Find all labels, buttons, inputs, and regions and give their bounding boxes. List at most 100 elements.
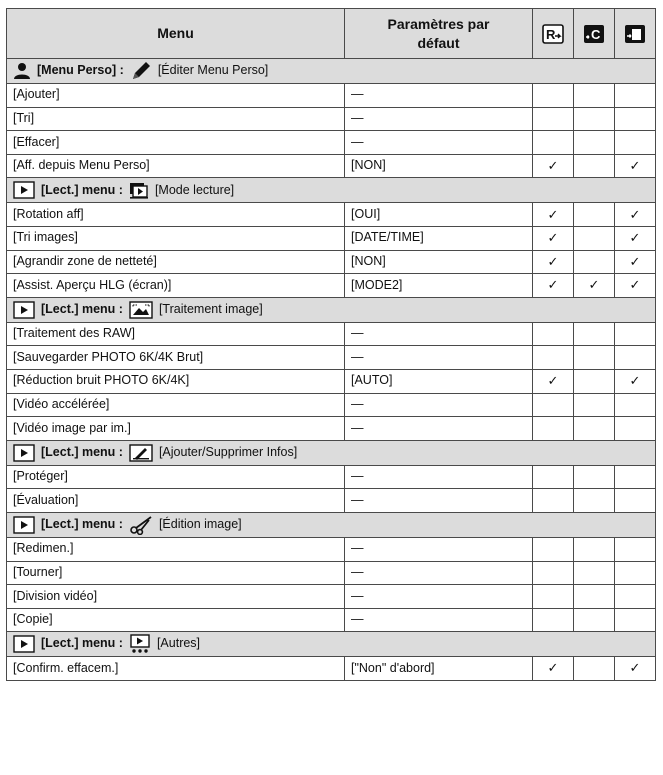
- table-row: [Réduction bruit PHOTO 6K/4K] [AUTO] ✓ ✓: [6, 368, 656, 394]
- default-value-cell: [AUTO]: [344, 368, 533, 394]
- settings-table-container: Menu Paramètres par défaut R C [Menu Per…: [6, 8, 656, 681]
- play-icon: [13, 516, 35, 534]
- check-cell: ✓: [532, 202, 574, 227]
- check-cell: [614, 536, 656, 562]
- play-icon: [13, 444, 35, 462]
- check-cell: ✓: [614, 368, 656, 394]
- section-subtitle: [Éditer Menu Perso]: [157, 63, 269, 78]
- table-row: [Redimen.] —: [6, 536, 656, 562]
- check-cell: [573, 368, 615, 394]
- default-value-cell: —: [344, 416, 533, 441]
- check-cell: ✓: [614, 656, 656, 681]
- table-row: [Protéger] —: [6, 464, 656, 490]
- header-save-mode-col: [614, 8, 656, 59]
- header-defaults-line2: défaut: [417, 34, 460, 51]
- check-cell: ✓: [614, 249, 656, 275]
- check-cell: ✓: [573, 273, 615, 298]
- menu-item-cell: [Vidéo accélérée]: [6, 392, 345, 418]
- table-row: [Traitement des RAW] —: [6, 321, 656, 347]
- table-row: [Vidéo image par im.] —: [6, 416, 656, 441]
- header-reset-col: R: [532, 8, 574, 59]
- section-title: [Lect.] menu :: [41, 444, 123, 459]
- menu-item-cell: [Assist. Aperçu HLG (écran)]: [6, 273, 345, 298]
- section-header: [Lect.] menu : [Édition image]: [6, 511, 656, 538]
- check-cell: [573, 153, 615, 179]
- table-row: [Tri] —: [6, 106, 656, 132]
- default-value-cell: —: [344, 536, 533, 562]
- check-cell: ✓: [532, 225, 574, 251]
- default-value-cell: [OUI]: [344, 202, 533, 227]
- menu-item-cell: [Redimen.]: [6, 536, 345, 562]
- check-cell: [573, 536, 615, 562]
- check-cell: [573, 656, 615, 681]
- check-cell: [614, 106, 656, 132]
- check-cell: [573, 225, 615, 251]
- check-cell: [614, 488, 656, 513]
- check-cell: [614, 321, 656, 347]
- table-row: [Confirm. effacem.] ["Non" d'abord] ✓ ✓: [6, 656, 656, 681]
- header-defaults-line1: Paramètres par: [387, 15, 490, 32]
- default-value-cell: [MODE2]: [344, 273, 533, 298]
- table-row: [Rotation aff] [OUI] ✓ ✓: [6, 202, 656, 227]
- default-value-cell: —: [344, 464, 533, 490]
- check-cell: [573, 106, 615, 132]
- check-cell: [532, 106, 574, 132]
- section-subtitle: [Ajouter/Supprimer Infos]: [158, 444, 298, 459]
- default-value-cell: —: [344, 607, 533, 633]
- header-menu: Menu: [6, 8, 345, 59]
- default-value-cell: —: [344, 83, 533, 108]
- menu-item-cell: [Sauvegarder PHOTO 6K/4K Brut]: [6, 345, 345, 370]
- check-cell: [532, 464, 574, 490]
- play-icon: [13, 635, 35, 653]
- check-cell: [573, 345, 615, 370]
- check-cell: ✓: [532, 249, 574, 275]
- menu-item-cell: [Division vidéo]: [6, 584, 345, 609]
- check-cell: [532, 536, 574, 562]
- section-header: [Lect.] menu : [Traitement image]: [6, 296, 656, 323]
- section-subtitle: [Mode lecture]: [154, 182, 235, 197]
- section-header: [Lect.] menu : [Autres]: [6, 631, 656, 658]
- check-cell: ✓: [614, 153, 656, 179]
- table-row: [Sauvegarder PHOTO 6K/4K Brut] —: [6, 345, 656, 370]
- play-icon: [13, 301, 35, 319]
- check-cell: ✓: [532, 656, 574, 681]
- check-cell: [614, 392, 656, 418]
- table-row: [Copie] —: [6, 607, 656, 633]
- check-cell: [573, 584, 615, 609]
- check-cell: [532, 607, 574, 633]
- menu-item-cell: [Agrandir zone de netteté]: [6, 249, 345, 275]
- section-header: [Menu Perso] : [Éditer Menu Perso]: [6, 58, 656, 84]
- check-cell: [614, 560, 656, 586]
- check-cell: [573, 83, 615, 108]
- menu-item-cell: [Copie]: [6, 607, 345, 633]
- check-cell: [532, 392, 574, 418]
- header-reset-custom-col: C: [573, 8, 615, 59]
- check-cell: [532, 488, 574, 513]
- pen-icon: [132, 62, 150, 79]
- table-row: [Évaluation] —: [6, 488, 656, 513]
- table-row: [Ajouter] —: [6, 83, 656, 108]
- check-cell: [614, 584, 656, 609]
- menu-item-cell: [Confirm. effacem.]: [6, 656, 345, 681]
- check-cell: [573, 249, 615, 275]
- table-row: [Division vidéo] —: [6, 584, 656, 609]
- menu-item-cell: [Ajouter]: [6, 83, 345, 108]
- check-cell: [573, 464, 615, 490]
- check-cell: [532, 130, 574, 155]
- header-defaults: Paramètres par défaut: [344, 8, 533, 59]
- check-cell: [614, 464, 656, 490]
- check-cell: ✓: [614, 225, 656, 251]
- table-header-row: Menu Paramètres par défaut R C: [6, 8, 656, 59]
- person-icon: [14, 63, 30, 79]
- section-header-row: [Lect.] menu : [Autres]: [6, 631, 656, 658]
- default-value-cell: —: [344, 130, 533, 155]
- reset-icon: R: [542, 23, 564, 44]
- default-value-cell: ["Non" d'abord]: [344, 656, 533, 681]
- scissors-icon: [130, 516, 152, 535]
- reset-custom-icon: C: [584, 24, 604, 43]
- menu-item-cell: [Réduction bruit PHOTO 6K/4K]: [6, 368, 345, 394]
- section-title: [Lect.] menu :: [41, 301, 123, 316]
- check-cell: ✓: [614, 202, 656, 227]
- check-cell: [573, 607, 615, 633]
- default-value-cell: —: [344, 560, 533, 586]
